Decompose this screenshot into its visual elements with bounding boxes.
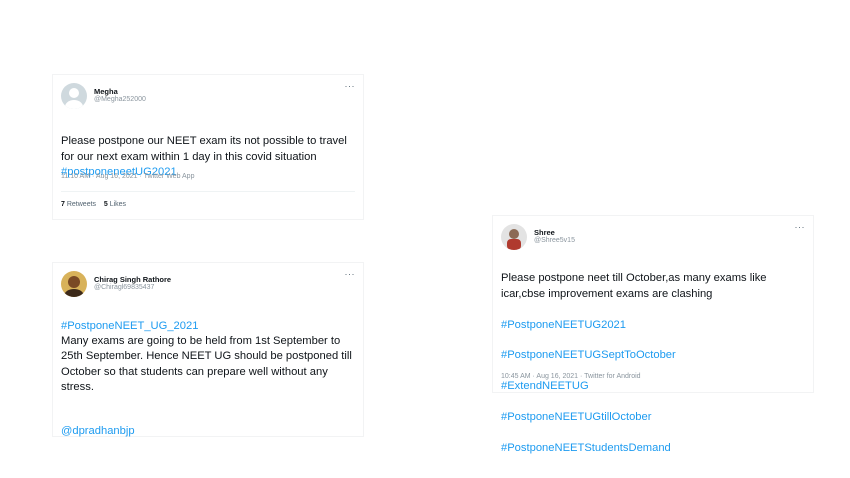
user-handle[interactable]: @Chiragl69835437	[94, 284, 171, 292]
more-options-icon[interactable]: ···	[345, 81, 356, 91]
display-name[interactable]: Shree	[534, 228, 575, 238]
avatar[interactable]	[61, 83, 87, 109]
hashtag-link[interactable]: #PostponeNEETStudentsDemand	[501, 441, 803, 456]
hashtag-link[interactable]: #PostponeNEETUGtillOctober	[501, 410, 803, 425]
tweet-timestamp[interactable]: 10:45 AM · Aug 16, 2021 · Twitter for An…	[501, 373, 641, 380]
hashtag-link[interactable]: #PostponeNEET_UG_2021	[61, 319, 353, 334]
avatar[interactable]	[61, 271, 87, 297]
user-handle[interactable]: @Shree5v15	[534, 237, 575, 245]
hashtag-link[interactable]: #PostponeNEETUG2021	[501, 318, 803, 333]
tweet-header: Megha @Megha252000	[61, 83, 146, 109]
retweets-stat[interactable]: 7 Retweets	[61, 201, 96, 208]
retweets-count: 7	[61, 201, 65, 208]
hashtag-link[interactable]: #PostponeNEETUGSeptToOctober	[501, 348, 803, 363]
likes-count: 5	[103, 201, 108, 208]
tweet-stats: 7 Retweets 5 Likes	[61, 201, 126, 208]
retweets-label: Retweets	[66, 201, 97, 208]
tweet-body: Please postpone neet till October,as man…	[501, 272, 767, 300]
likes-stat[interactable]: 5 Likes	[104, 201, 126, 208]
tweet-body: Please postpone our NEET exam its not po…	[61, 135, 347, 163]
tweet-body: Many exams are going to be held from 1st…	[61, 335, 352, 394]
avatar[interactable]	[501, 224, 527, 250]
tweet-card-shree[interactable]: Shree @Shree5v15 ··· Please postpone nee…	[492, 215, 814, 454]
likes-label: Likes	[109, 201, 127, 208]
display-name[interactable]: Chirag Singh Rathore	[94, 275, 171, 285]
display-name[interactable]: Megha	[94, 87, 146, 97]
more-options-icon[interactable]: ···	[345, 269, 356, 279]
tweet-mention: @dpradhanbjp	[61, 409, 353, 455]
more-options-icon[interactable]: ···	[795, 222, 806, 232]
tweet-text: Please postpone our NEET exam its not po…	[61, 119, 353, 181]
tweet-header: Shree @Shree5v15	[501, 224, 575, 250]
hashtag-link[interactable]: #ExtendNEETUG	[501, 379, 803, 394]
tweet-header: Chirag Singh Rathore @Chiragl69835437	[61, 271, 171, 297]
tweet-card-megha[interactable]: Megha @Megha252000 ··· Please postpone o…	[52, 74, 364, 220]
tweet-text: Please postpone neet till October,as man…	[501, 256, 803, 472]
mention-link[interactable]: @dpradhanbjp	[61, 424, 353, 439]
tweet-timestamp[interactable]: 11:10 AM · Aug 16, 2021 · Twitter Web Ap…	[61, 173, 194, 180]
tweet-card-chirag[interactable]: Chirag Singh Rathore @Chiragl69835437 ··…	[52, 262, 364, 437]
divider	[61, 191, 355, 192]
user-handle[interactable]: @Megha252000	[94, 96, 146, 104]
